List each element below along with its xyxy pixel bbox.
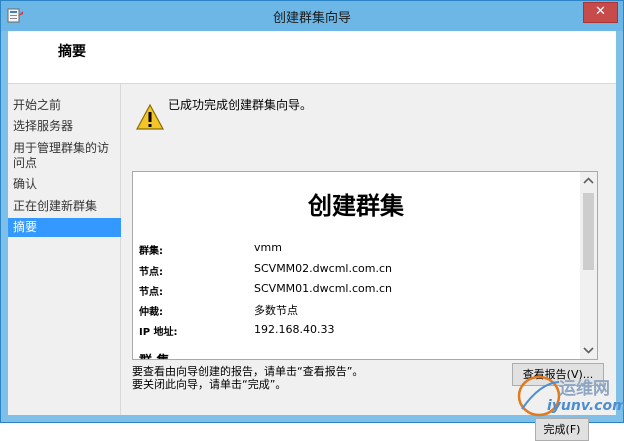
- nav-item-select-servers[interactable]: 选择服务器: [8, 119, 121, 134]
- nav-item-access-point[interactable]: 用于管理群集的访问点: [8, 141, 117, 171]
- hint-view-report: 要查看由向导创建的报告，请单击“查看报告”。: [132, 365, 364, 378]
- close-icon: ✕: [595, 4, 606, 19]
- report-scrollbar[interactable]: [580, 172, 597, 359]
- report-label-ip-address: IP 地址:: [139, 327, 178, 338]
- finish-button[interactable]: 完成(F): [535, 418, 589, 441]
- report-value-node-2: SCVMM01.dwcml.com.cn: [254, 282, 392, 295]
- watermark-text-primary: 运维网: [559, 379, 610, 399]
- close-button[interactable]: ✕: [583, 2, 618, 23]
- wizard-window: 创建群集向导 ✕ 摘要 开始之前 选择服务器 用于管理群集的访问点 确认 正在创…: [0, 0, 624, 441]
- report-label-node-1: 节点:: [139, 267, 163, 278]
- wizard-client-area: 摘要 开始之前 选择服务器 用于管理群集的访问点 确认 正在创建新群集 摘要 已…: [8, 31, 616, 441]
- scroll-thumb[interactable]: [583, 193, 594, 270]
- success-message: 已成功完成创建群集向导。: [168, 98, 313, 112]
- report-document: 创建群集 群集: vmm 节点: SCVMM02.dwcml.com.cn 节点…: [133, 172, 579, 359]
- nav-item-summary[interactable]: 摘要: [8, 218, 121, 237]
- report-label-node-2: 节点:: [139, 287, 163, 298]
- title-bar[interactable]: 创建群集向导 ✕: [1, 1, 623, 31]
- report-viewer[interactable]: 创建群集 群集: vmm 节点: SCVMM02.dwcml.com.cn 节点…: [132, 171, 598, 360]
- window-title: 创建群集向导: [272, 11, 351, 26]
- nav-item-before-you-begin[interactable]: 开始之前: [8, 98, 121, 113]
- report-value-ip-address: 192.168.40.33: [254, 323, 335, 336]
- report-value-node-1: SCVMM02.dwcml.com.cn: [254, 262, 392, 275]
- report-label-quorum: 仲裁:: [139, 307, 163, 318]
- hint-close-wizard: 要关闭此向导，请单击“完成”。: [132, 378, 287, 391]
- warning-icon: [135, 103, 165, 130]
- nav-item-creating-cluster[interactable]: 正在创建新群集: [8, 199, 121, 214]
- scroll-up-icon[interactable]: [580, 172, 597, 189]
- wizard-header: 摘要: [8, 31, 616, 84]
- report-value-quorum: 多数节点: [254, 304, 298, 317]
- report-cut-off-heading: 群 集: [139, 350, 170, 359]
- scroll-down-icon[interactable]: [580, 342, 597, 359]
- report-title: 创建群集: [308, 192, 404, 220]
- nav-item-confirmation[interactable]: 确认: [8, 177, 121, 192]
- watermark-text-domain: iyunv.com: [547, 398, 624, 414]
- wizard-step-nav: 开始之前 选择服务器 用于管理群集的访问点 确认 正在创建新群集 摘要: [8, 84, 121, 415]
- report-value-cluster: vmm: [254, 241, 282, 254]
- page-heading: 摘要: [58, 44, 86, 60]
- report-label-cluster: 群集:: [139, 246, 163, 257]
